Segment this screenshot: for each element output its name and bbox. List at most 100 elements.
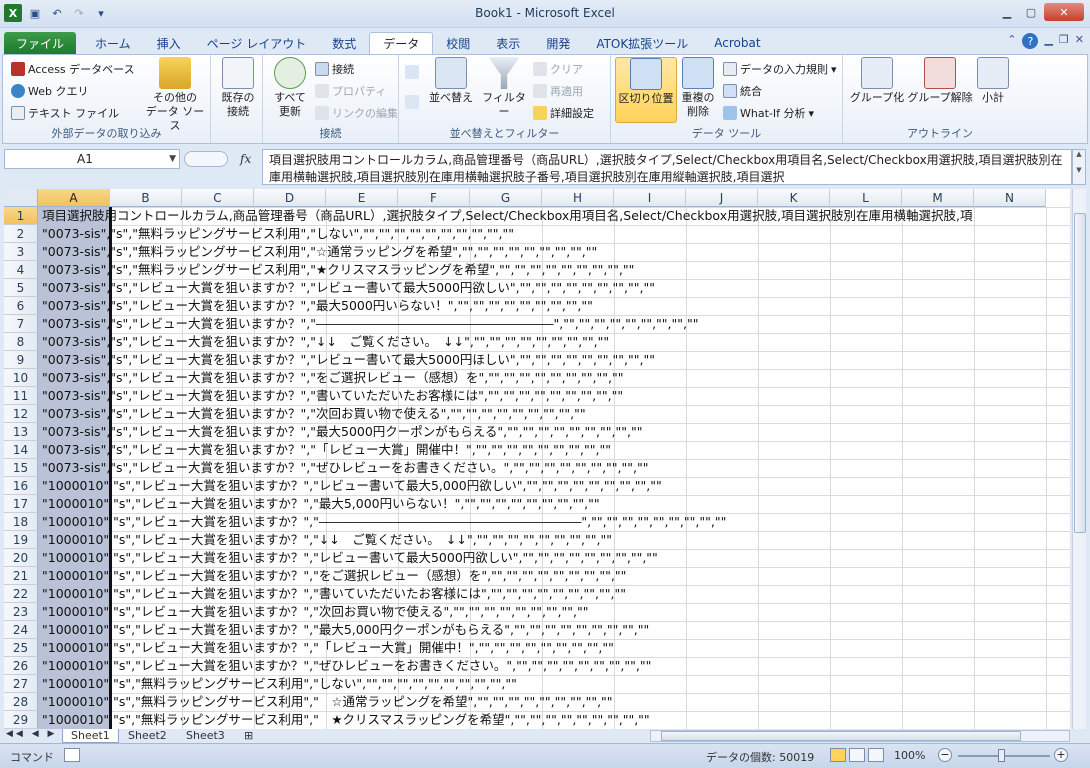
row-header[interactable]: 7 [4, 315, 38, 333]
cell-a14[interactable]: "0073-sis","s","レビュー大賞を狙いますか？","「レビュー大賞」… [42, 441, 1070, 459]
horizontal-scroll-thumb[interactable] [661, 731, 1021, 741]
data-validation-button[interactable]: データの入力規則 ▾ [723, 61, 837, 77]
cell-a3[interactable]: "0073-sis","s","無料ラッピングサービス利用","☆通常ラッピング… [42, 243, 1070, 261]
zoom-in-icon[interactable]: + [1054, 748, 1068, 762]
reapply-button[interactable]: 再適用 [533, 83, 583, 99]
insert-sheet-icon[interactable]: ⊞ [236, 729, 261, 743]
row-header[interactable]: 27 [4, 675, 38, 693]
zoom-out-icon[interactable]: − [938, 748, 952, 762]
row-header[interactable]: 9 [4, 351, 38, 369]
normal-view-icon[interactable] [830, 748, 846, 762]
page-break-view-icon[interactable] [868, 748, 884, 762]
cell-a15[interactable]: "0073-sis","s","レビュー大賞を狙いますか？","ぜひレビューをお… [42, 459, 1070, 477]
column-header-m[interactable]: M [902, 189, 974, 207]
cell-a24[interactable]: "1000010","s","レビュー大賞を狙いますか？","最大5,000円ク… [42, 621, 1070, 639]
row-header[interactable]: 19 [4, 531, 38, 549]
row-header[interactable]: 26 [4, 657, 38, 675]
workbook-minimize-icon[interactable]: ▁ [1044, 33, 1052, 49]
sheet-tab-1[interactable]: Sheet1 [62, 729, 119, 743]
column-header-k[interactable]: K [758, 189, 830, 207]
row-header[interactable]: 15 [4, 459, 38, 477]
row-header[interactable]: 5 [4, 279, 38, 297]
chevron-down-icon[interactable]: ▼ [169, 150, 176, 168]
column-header-a[interactable]: A [38, 189, 110, 207]
maximize-icon[interactable]: ▢ [1020, 3, 1042, 21]
row-header[interactable]: 10 [4, 369, 38, 387]
help-icon[interactable]: ? [1022, 33, 1039, 49]
cell-a20[interactable]: "1000010","s","レビュー大賞を狙いますか？","レビュー書いて最大… [42, 549, 1070, 567]
column-header-n[interactable]: N [974, 189, 1046, 207]
tab-insert[interactable]: 挿入 [144, 32, 194, 54]
row-header[interactable]: 24 [4, 621, 38, 639]
formula-input[interactable]: 項目選択肢用コントロールカラム,商品管理番号（商品URL）,選択肢タイプ,Sel… [262, 149, 1072, 185]
tab-acrobat[interactable]: Acrobat [701, 32, 773, 54]
sheet-tab-3[interactable]: Sheet3 [178, 729, 233, 743]
row-header[interactable]: 8 [4, 333, 38, 351]
tab-review[interactable]: 校閲 [433, 32, 483, 54]
formula-scroll[interactable]: ▲ ▼ [1072, 149, 1086, 185]
row-header[interactable]: 22 [4, 585, 38, 603]
row-header[interactable]: 6 [4, 297, 38, 315]
vertical-scroll-thumb[interactable] [1074, 213, 1086, 533]
cell-a27[interactable]: "1000010","s","無料ラッピングサービス利用","しない","","… [42, 675, 1070, 693]
cell-a2[interactable]: "0073-sis","s","無料ラッピングサービス利用","しない","",… [42, 225, 1070, 243]
cell-a1[interactable]: 項目選択肢用コントロールカラム,商品管理番号（商品URL）,選択肢タイプ,Sel… [42, 207, 1070, 225]
name-box[interactable]: A1 ▼ [4, 149, 180, 169]
cell-a8[interactable]: "0073-sis","s","レビュー大賞を狙いますか？","↓↓ ご覧くださ… [42, 333, 1070, 351]
column-header-e[interactable]: E [326, 189, 398, 207]
column-header-j[interactable]: J [686, 189, 758, 207]
cell-a12[interactable]: "0073-sis","s","レビュー大賞を狙いますか？","次回お買い物で使… [42, 405, 1070, 423]
zoom-slider-thumb[interactable] [998, 749, 1005, 762]
advanced-button[interactable]: 詳細設定 [533, 105, 594, 121]
filter-button[interactable]: フィルター [479, 57, 529, 119]
edit-links-button[interactable]: リンクの編集 [315, 105, 398, 121]
text-to-columns-button[interactable]: 区切り位置 [615, 57, 677, 123]
clear-button[interactable]: クリア [533, 61, 583, 77]
row-header[interactable]: 18 [4, 513, 38, 531]
minimize-icon[interactable]: ▁ [996, 3, 1018, 21]
minimize-ribbon-icon[interactable]: ⌃ [1007, 33, 1016, 49]
cell-a22[interactable]: "1000010","s","レビュー大賞を狙いますか？","書いていただいたお… [42, 585, 1070, 603]
page-layout-view-icon[interactable] [849, 748, 865, 762]
column-header-g[interactable]: G [470, 189, 542, 207]
group-button[interactable]: グループ化 [847, 57, 907, 105]
row-header[interactable]: 11 [4, 387, 38, 405]
existing-connections-button[interactable]: 既存の 接続 [217, 57, 259, 119]
row-header[interactable]: 25 [4, 639, 38, 657]
tab-atok[interactable]: ATOK拡張ツール [583, 32, 701, 54]
sort-descending-button[interactable] [405, 95, 419, 109]
workbook-restore-icon[interactable]: ❐ [1059, 33, 1069, 49]
row-header[interactable]: 29 [4, 711, 38, 729]
macro-record-icon[interactable] [64, 748, 80, 762]
what-if-button[interactable]: What-If 分析 ▾ [723, 105, 814, 121]
remove-duplicates-button[interactable]: 重複の 削除 [677, 57, 719, 119]
spreadsheet-grid[interactable]: ABCDEFGHIJKLMN 1 項目選択肢用コントロールカラム,商品管理番号（商… [4, 189, 1070, 729]
cell-a10[interactable]: "0073-sis","s","レビュー大賞を狙いますか？","をご選択レビュー… [42, 369, 1070, 387]
cell-a19[interactable]: "1000010","s","レビュー大賞を狙いますか？","↓↓ ご覧ください… [42, 531, 1070, 549]
connections-button[interactable]: 接続 [315, 61, 354, 77]
row-header[interactable]: 1 [4, 207, 38, 225]
cell-a29[interactable]: "1000010","s","無料ラッピングサービス利用"," ★クリスマスラッ… [42, 711, 1070, 729]
web-query-button[interactable]: Web クエリ [11, 83, 88, 99]
ungroup-button[interactable]: グループ解除 [907, 57, 973, 105]
row-header[interactable]: 13 [4, 423, 38, 441]
cell-a6[interactable]: "0073-sis","s","レビュー大賞を狙いますか？","最大5000円い… [42, 297, 1070, 315]
access-button[interactable]: Access データベース [11, 61, 135, 77]
row-header[interactable]: 3 [4, 243, 38, 261]
vertical-scrollbar[interactable] [1072, 189, 1086, 729]
row-header[interactable]: 23 [4, 603, 38, 621]
row-header[interactable]: 2 [4, 225, 38, 243]
tab-data[interactable]: データ [369, 32, 434, 54]
close-icon[interactable]: ✕ [1044, 3, 1084, 21]
insert-function-icon[interactable]: fx [240, 152, 251, 166]
sheet-tab-2[interactable]: Sheet2 [120, 729, 175, 743]
row-header[interactable]: 20 [4, 549, 38, 567]
cell-a9[interactable]: "0073-sis","s","レビュー大賞を狙いますか？","レビュー書いて最… [42, 351, 1070, 369]
cell-a17[interactable]: "1000010","s","レビュー大賞を狙いますか？","最大5,000円い… [42, 495, 1070, 513]
cell-a26[interactable]: "1000010","s","レビュー大賞を狙いますか？","ぜひレビューをお書… [42, 657, 1070, 675]
select-all-button[interactable] [4, 189, 38, 207]
cell-a21[interactable]: "1000010","s","レビュー大賞を狙いますか？","をご選択レビュー（… [42, 567, 1070, 585]
row-header[interactable]: 16 [4, 477, 38, 495]
tab-file[interactable]: ファイル [4, 32, 77, 54]
row-header[interactable]: 28 [4, 693, 38, 711]
